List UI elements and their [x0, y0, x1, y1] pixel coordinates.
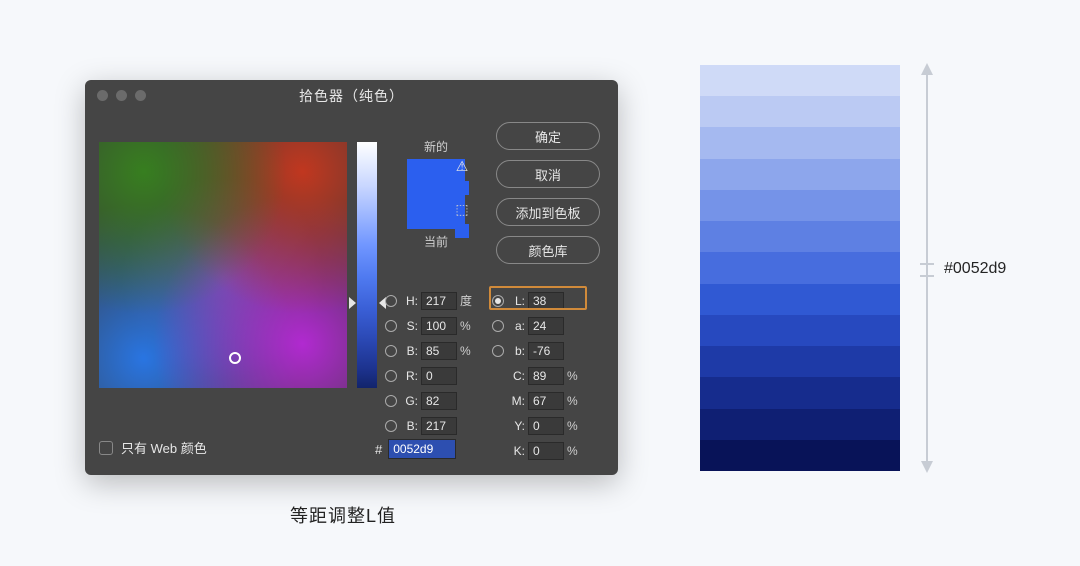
ok-button[interactable]: 确定	[496, 122, 600, 150]
dimension-tick	[920, 263, 934, 265]
ladder-step	[700, 96, 900, 127]
cube-icon[interactable]: ⬚	[455, 201, 468, 218]
radio-h[interactable]	[385, 295, 397, 307]
label-bv: B:	[400, 344, 418, 358]
label-l: L:	[507, 294, 525, 308]
label-h: H:	[400, 294, 418, 308]
unit-s: %	[460, 319, 476, 333]
input-l[interactable]	[528, 292, 564, 310]
dimension-tick	[920, 275, 934, 277]
ladder-step	[700, 440, 900, 471]
label-m: M:	[507, 394, 525, 408]
ladder-step	[700, 65, 900, 96]
ladder-hex-label: #0052d9	[944, 260, 1006, 278]
input-s[interactable]	[421, 317, 457, 335]
dialog-titlebar[interactable]: 拾色器（纯色）	[85, 80, 618, 112]
web-only-checkbox[interactable]: 只有 Web 颜色	[99, 438, 207, 457]
radio-r[interactable]	[385, 370, 397, 382]
web-only-label: 只有 Web 颜色	[121, 438, 207, 457]
ladder-step	[700, 315, 900, 346]
label-b: b:	[507, 344, 525, 358]
ladder-step	[700, 284, 900, 315]
input-h[interactable]	[421, 292, 457, 310]
ladder-step	[700, 190, 900, 221]
ladder-step	[700, 346, 900, 377]
input-r[interactable]	[421, 367, 457, 385]
dimension-line	[926, 75, 928, 461]
label-a: a:	[507, 319, 525, 333]
label-k: K:	[507, 444, 525, 458]
ladder-step	[700, 377, 900, 408]
close-icon[interactable]	[97, 90, 108, 101]
picker-cursor-icon[interactable]	[229, 352, 241, 364]
hex-input[interactable]	[388, 439, 456, 459]
radio-b[interactable]	[492, 345, 504, 357]
radio-l[interactable]	[492, 295, 504, 307]
label-y: Y:	[507, 419, 525, 433]
caption-text: 等距调整L值	[290, 502, 396, 528]
label-bc: B:	[400, 419, 418, 433]
label-c: C:	[507, 369, 525, 383]
unit-bv: %	[460, 344, 476, 358]
radio-a[interactable]	[492, 320, 504, 332]
input-bv[interactable]	[421, 342, 457, 360]
add-swatch-button[interactable]: 添加到色板	[496, 198, 600, 226]
websafe-swatch[interactable]	[455, 224, 469, 238]
dialog-title: 拾色器（纯色）	[85, 86, 618, 106]
radio-s[interactable]	[385, 320, 397, 332]
gamut-warning-icon[interactable]: ⚠	[456, 158, 469, 175]
checkbox-icon[interactable]	[99, 441, 113, 455]
gamut-swatch[interactable]	[455, 181, 469, 195]
ladder-step	[700, 127, 900, 158]
color-libraries-button[interactable]: 颜色库	[496, 236, 600, 264]
label-g: G:	[400, 394, 418, 408]
hue-slider-handle-left-icon[interactable]	[349, 297, 356, 309]
ladder-step	[700, 221, 900, 252]
minimize-icon[interactable]	[116, 90, 127, 101]
hex-prefix: #	[375, 442, 382, 457]
arrow-down-icon	[921, 461, 933, 473]
arrow-up-icon	[921, 63, 933, 75]
radio-bc[interactable]	[385, 420, 397, 432]
color-values-grid: H: 度 L: S: % a: B:	[385, 288, 599, 463]
input-y[interactable]	[528, 417, 564, 435]
color-ladder	[700, 65, 900, 471]
ladder-step	[700, 159, 900, 190]
new-label: 新的	[391, 138, 481, 155]
input-a[interactable]	[528, 317, 564, 335]
window-controls[interactable]	[97, 90, 146, 101]
zoom-icon[interactable]	[135, 90, 146, 101]
ladder-step	[700, 409, 900, 440]
input-k[interactable]	[528, 442, 564, 460]
unit-h: 度	[460, 292, 476, 309]
ladder-step	[700, 252, 900, 283]
saturation-brightness-field[interactable]	[99, 142, 347, 388]
radio-g[interactable]	[385, 395, 397, 407]
unit-k: %	[567, 444, 583, 458]
label-s: S:	[400, 319, 418, 333]
input-c[interactable]	[528, 367, 564, 385]
unit-c: %	[567, 369, 583, 383]
input-m[interactable]	[528, 392, 564, 410]
input-b[interactable]	[528, 342, 564, 360]
cancel-button[interactable]: 取消	[496, 160, 600, 188]
unit-y: %	[567, 419, 583, 433]
hue-slider[interactable]	[357, 142, 377, 388]
unit-m: %	[567, 394, 583, 408]
label-r: R:	[400, 369, 418, 383]
input-g[interactable]	[421, 392, 457, 410]
radio-bv[interactable]	[385, 345, 397, 357]
input-bc[interactable]	[421, 417, 457, 435]
color-picker-dialog: 拾色器（纯色） 新的 当前 ⚠ ⬚ 确定 取消 添加到色板 颜色库	[85, 80, 618, 475]
dimension-bar	[918, 65, 936, 471]
